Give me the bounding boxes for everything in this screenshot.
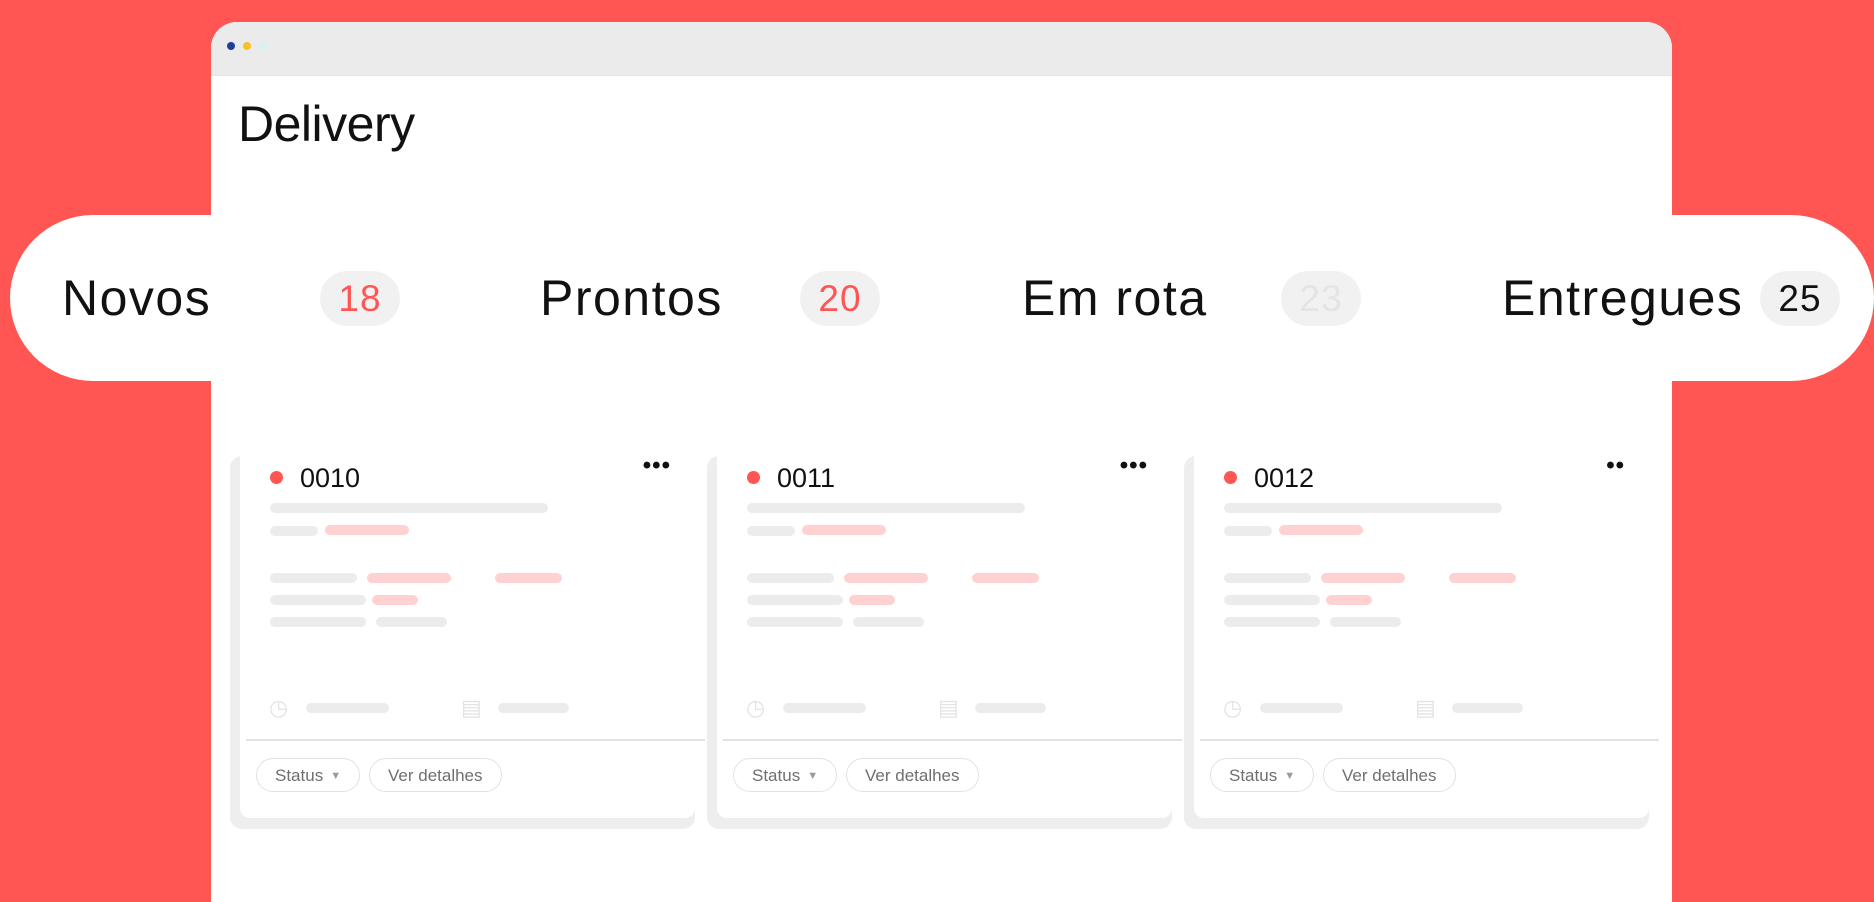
status-dot-icon [747,471,760,484]
status-dropdown[interactable]: Status ▼ [1210,758,1315,792]
skeleton-line [376,617,447,627]
skeleton-line [372,595,418,605]
skeleton-line [975,703,1046,713]
order-number: 0011 [777,463,836,493]
skeleton-line [325,525,409,535]
card-divider [1200,739,1659,741]
skeleton-line [1224,573,1311,583]
tab-label: Novos [62,270,212,326]
receipt-icon: ▤ [461,695,482,720]
tab-label: Entregues [1502,270,1744,326]
order-card[interactable]: 0012 •• ◷ ▤ Status ▼ Ver detalhes [1194,454,1659,818]
app-window: Delivery 0010 ••• ◷ ▤ Status ▼ Ver detalh… [211,22,1672,902]
view-details-label: Ver detalhes [388,766,483,785]
view-details-label: Ver detalhes [1342,766,1437,785]
card-divider [723,739,1182,741]
skeleton-line [495,573,562,583]
skeleton-line [1326,595,1372,605]
skeleton-line [1452,703,1523,713]
skeleton-line [1321,573,1405,583]
skeleton-line [747,617,843,627]
skeleton-line [1224,503,1502,513]
status-dot-icon [1224,471,1237,484]
tab-label: Prontos [540,270,723,326]
skeleton-line [498,703,569,713]
tab-label: Em rota [1022,270,1208,326]
skeleton-line [747,526,795,536]
tab-count-badge: 23 [1281,271,1361,326]
page-title: Delivery [238,96,415,152]
skeleton-line [853,617,924,627]
clock-icon: ◷ [746,695,766,720]
tab-novos[interactable]: Novos [62,215,211,381]
order-number: 0010 [300,463,361,493]
caret-down-icon: ▼ [807,770,819,782]
skeleton-line [270,503,548,513]
skeleton-line [270,595,366,605]
receipt-icon: ▤ [1415,695,1436,720]
skeleton-line [1449,573,1516,583]
skeleton-line [1224,595,1320,605]
skeleton-line [844,573,928,583]
order-card-frame: 0011 ••• ◷ ▤ Status ▼ Ver detalhes [707,454,1182,829]
skeleton-line [306,703,389,713]
window-maximize-icon[interactable] [259,42,267,50]
tab-count-badge: 20 [800,271,880,326]
window-minimize-icon[interactable] [243,42,251,50]
skeleton-line [849,595,895,605]
view-details-button[interactable]: Ver detalhes [369,758,502,792]
skeleton-line [802,525,886,535]
order-card[interactable]: 0011 ••• ◷ ▤ Status ▼ Ver detalhes [717,454,1182,818]
tab-count-badge: 18 [320,271,400,326]
status-tab-bar: Novos 18 Prontos 20 Em rota 23 Entregues… [10,215,1874,381]
skeleton-line [747,573,834,583]
skeleton-line [270,573,357,583]
tab-entregues[interactable]: Entregues [1502,215,1743,381]
caret-down-icon: ▼ [330,770,342,782]
tab-count-badge: 25 [1760,271,1840,326]
view-details-label: Ver detalhes [865,766,960,785]
skeleton-line [783,703,866,713]
status-dropdown[interactable]: Status ▼ [256,758,361,792]
skeleton-line [1224,617,1320,627]
skeleton-line [270,617,366,627]
skeleton-line [367,573,451,583]
status-dropdown-label: Status [752,766,801,785]
skeleton-line [1279,525,1363,535]
caret-down-icon: ▼ [1284,770,1296,782]
window-titlebar [211,22,1672,76]
order-card-frame: 0012 •• ◷ ▤ Status ▼ Ver detalhes [1184,454,1659,829]
receipt-icon: ▤ [938,695,959,720]
window-close-icon[interactable] [227,42,235,50]
tab-em-rota[interactable]: Em rota [1022,215,1208,381]
card-divider [246,739,705,741]
skeleton-line [747,503,1025,513]
more-options-icon[interactable]: •• [1606,454,1625,478]
skeleton-line [1224,526,1272,536]
order-number: 0012 [1254,463,1315,493]
skeleton-line [972,573,1039,583]
status-dropdown-label: Status [1229,766,1278,785]
view-details-button[interactable]: Ver detalhes [846,758,979,792]
view-details-button[interactable]: Ver detalhes [1323,758,1456,792]
skeleton-line [747,595,843,605]
clock-icon: ◷ [1223,695,1243,720]
status-dropdown[interactable]: Status ▼ [733,758,838,792]
tab-prontos[interactable]: Prontos [540,215,723,381]
skeleton-line [270,526,318,536]
clock-icon: ◷ [269,695,289,720]
more-options-icon[interactable]: ••• [643,454,671,478]
status-dropdown-label: Status [275,766,324,785]
order-card[interactable]: 0010 ••• ◷ ▤ Status ▼ Ver detalhes [240,454,705,818]
status-dot-icon [270,471,283,484]
skeleton-line [1260,703,1343,713]
skeleton-line [1330,617,1401,627]
order-card-frame: 0010 ••• ◷ ▤ Status ▼ Ver detalhes [230,454,705,829]
more-options-icon[interactable]: ••• [1120,454,1148,478]
